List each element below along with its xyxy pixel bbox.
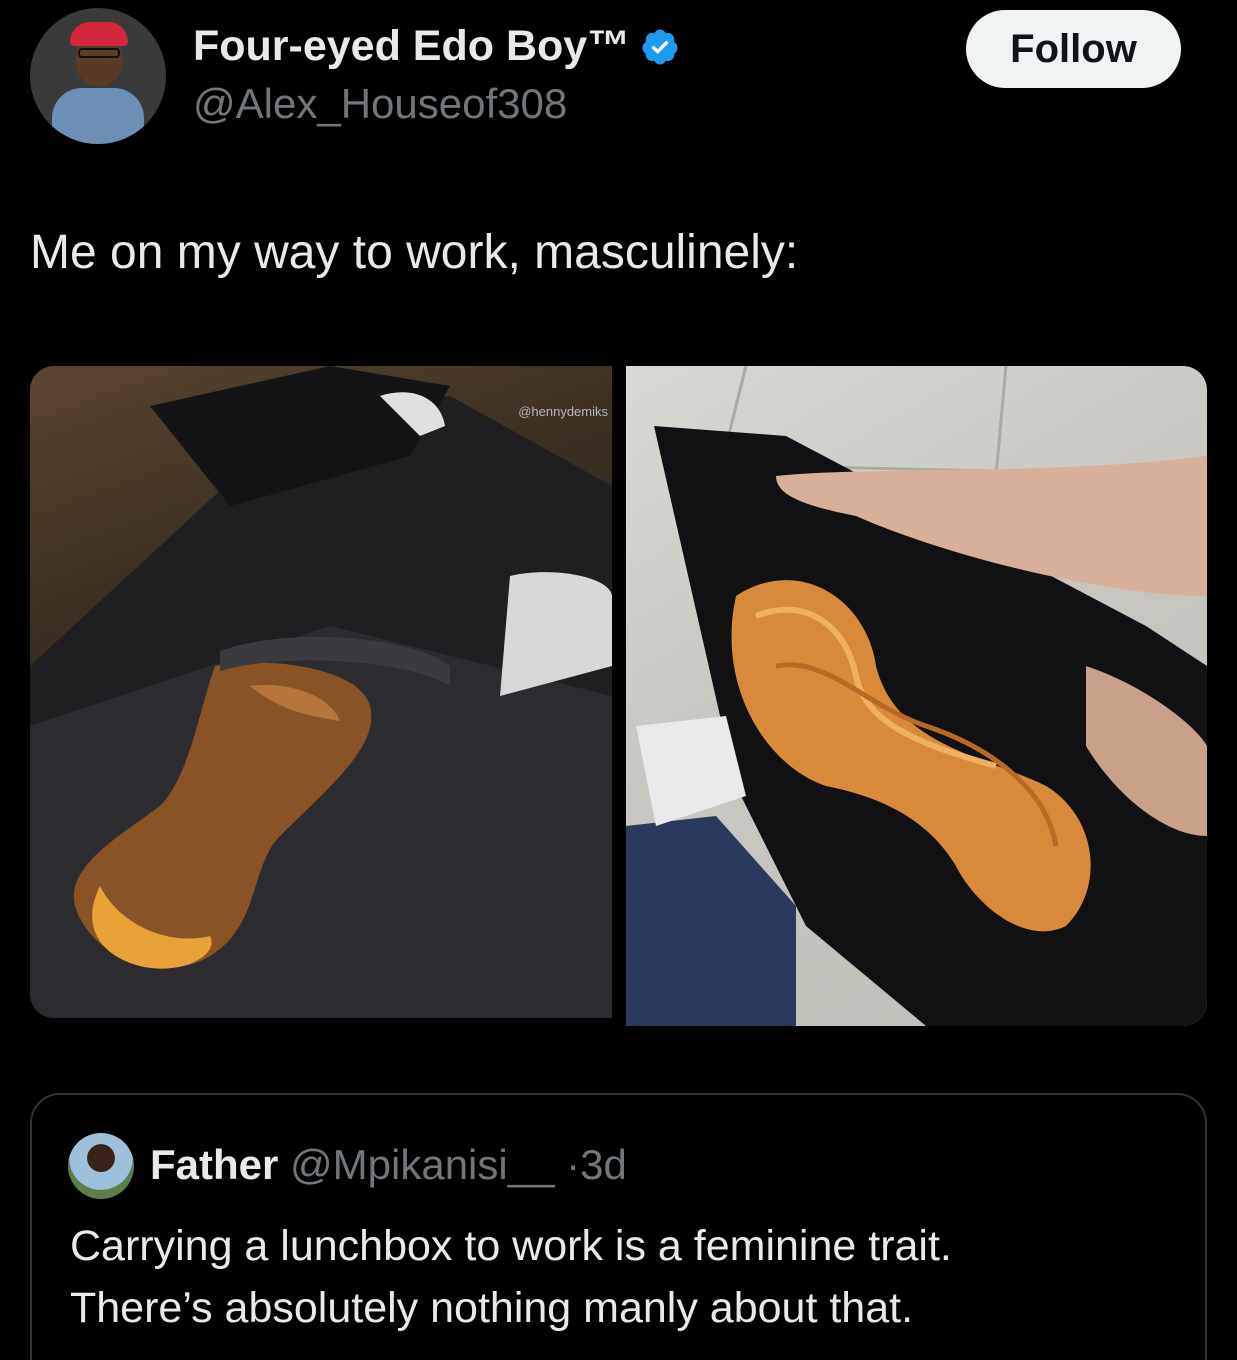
tweet-header: Four-eyed Edo Boy™ @Alex_Houseof308 Foll…	[0, 0, 1237, 160]
follow-button[interactable]: Follow	[966, 10, 1181, 88]
media-watermark: @hennydemiks	[518, 404, 608, 419]
verified-badge-icon	[642, 29, 678, 64]
author-name-row: Four-eyed Edo Boy™	[193, 22, 680, 71]
quoted-author-name[interactable]: Father	[150, 1141, 278, 1188]
quoted-text-line-2: There’s absolutely nothing manly about t…	[70, 1284, 914, 1332]
quoted-author-handle[interactable]: @Mpikanisi__	[290, 1141, 554, 1188]
quoted-separator: ·	[566, 1141, 581, 1188]
quoted-author-avatar[interactable]	[68, 1133, 134, 1199]
drumstick-photo	[30, 366, 612, 1018]
author-handle[interactable]: @Alex_Houseof308	[193, 80, 567, 128]
quoted-tweet-text: Carrying a lunchbox to work is a feminin…	[70, 1215, 1180, 1339]
spaghetti-photo	[626, 366, 1207, 1026]
tweet-media[interactable]: @hennydemiks	[30, 366, 1207, 1026]
quoted-timestamp[interactable]: 3d	[580, 1141, 627, 1188]
quoted-tweet-header: Father @Mpikanisi__ ·3d	[150, 1141, 627, 1189]
tweet-text: Me on my way to work, masculinely:	[30, 226, 799, 279]
author-avatar[interactable]	[30, 8, 166, 144]
media-image-drumstick-in-pocket[interactable]: @hennydemiks	[30, 366, 612, 1018]
author-display-name[interactable]: Four-eyed Edo Boy™	[193, 22, 630, 71]
quoted-text-line-1: Carrying a lunchbox to work is a feminin…	[70, 1222, 952, 1270]
quoted-tweet[interactable]: Father @Mpikanisi__ ·3d Carrying a lunch…	[30, 1093, 1207, 1360]
media-image-spaghetti-in-wallet[interactable]	[626, 366, 1207, 1026]
